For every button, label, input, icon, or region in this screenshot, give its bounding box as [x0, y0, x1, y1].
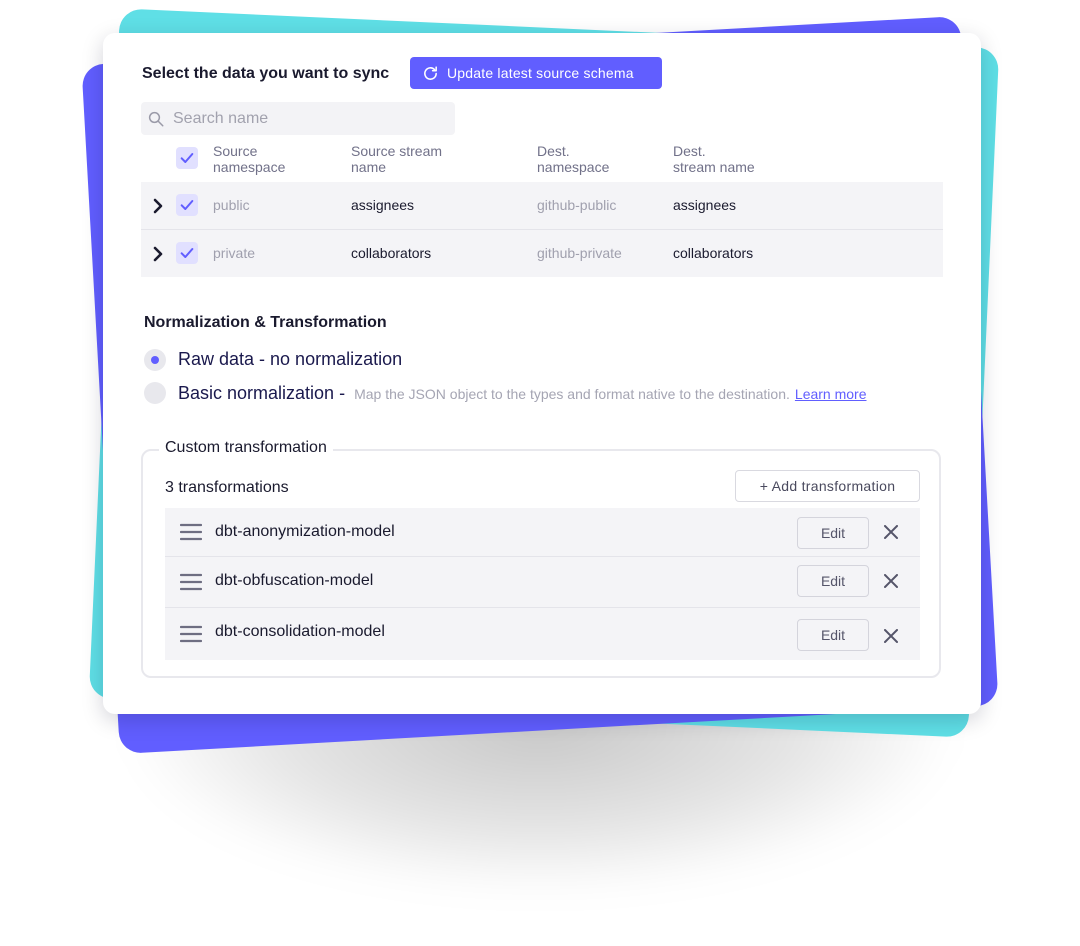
radio-selected-dot [151, 356, 159, 364]
source-namespace-cell: public [213, 197, 250, 213]
transformation-count: 3 transformations [165, 479, 289, 496]
dest-namespace-cell: github-public [537, 197, 617, 213]
transformation-name: dbt-obfuscation-model [215, 572, 374, 589]
transformation-name: dbt-consolidation-model [215, 623, 385, 640]
dest-stream-cell: assignees [673, 197, 737, 213]
header-source-stream-name[interactable]: Source stream name [351, 143, 481, 175]
custom-transformation-legend: Custom transformation [159, 439, 333, 457]
source-stream-cell: collaborators [351, 245, 432, 261]
transformation-row: dbt-obfuscation-model Edit [165, 557, 920, 607]
stage: Select the data you want to sync Update … [0, 0, 1080, 946]
check-icon [180, 200, 194, 210]
update-schema-label: Update latest source schema [447, 65, 634, 81]
close-icon[interactable] [884, 525, 898, 539]
table-row: public assignees github-public assignees [141, 182, 943, 229]
basic-normalization-description: Map the JSON object to the types and for… [354, 386, 790, 402]
close-icon[interactable] [884, 629, 898, 643]
header-source-namespace[interactable]: Source namespace [213, 143, 343, 175]
learn-more-link[interactable]: Learn more [795, 386, 867, 402]
row-checkbox[interactable] [176, 194, 198, 216]
search-field[interactable] [141, 102, 455, 135]
normalization-title: Normalization & Transformation [144, 314, 387, 331]
header-dest-namespace[interactable]: Dest. namespace [537, 143, 667, 175]
drag-handle-icon[interactable] [180, 625, 202, 643]
check-icon [180, 248, 194, 258]
header-dest-stream-name[interactable]: Dest. stream name [673, 143, 803, 175]
edit-button[interactable]: Edit [797, 619, 869, 651]
dest-stream-cell: collaborators [673, 245, 754, 261]
source-namespace-cell: private [213, 245, 256, 261]
select-all-checkbox[interactable] [176, 147, 198, 169]
check-icon [180, 153, 194, 163]
dest-namespace-cell: github-private [537, 245, 622, 261]
basic-normalization-label[interactable]: Basic normalization - [178, 383, 350, 403]
edit-button[interactable]: Edit [797, 517, 869, 549]
edit-button[interactable]: Edit [797, 565, 869, 597]
sync-settings-panel: Select the data you want to sync Update … [103, 33, 981, 714]
transformation-row: dbt-anonymization-model Edit [165, 508, 920, 556]
raw-data-label[interactable]: Raw data - no normalization [178, 349, 402, 370]
sync-title: Select the data you want to sync [142, 65, 390, 82]
radio-basic-normalization[interactable] [144, 382, 166, 404]
basic-normalization-option: Basic normalization - Map the JSON objec… [178, 383, 867, 404]
search-input[interactable] [171, 108, 455, 129]
search-icon [148, 111, 164, 126]
transformation-row: dbt-consolidation-model Edit [165, 608, 920, 660]
radio-raw-data[interactable] [144, 349, 166, 371]
add-transformation-button[interactable]: + Add transformation [735, 470, 920, 502]
transformation-name: dbt-anonymization-model [215, 523, 395, 540]
row-checkbox[interactable] [176, 242, 198, 264]
table-row: private collaborators github-private col… [141, 230, 943, 277]
source-stream-cell: assignees [351, 197, 415, 213]
update-schema-button[interactable]: Update latest source schema [410, 57, 662, 89]
close-icon[interactable] [884, 574, 898, 588]
chevron-right-icon[interactable] [151, 245, 165, 263]
drag-handle-icon[interactable] [180, 573, 202, 591]
chevron-right-icon[interactable] [151, 197, 165, 215]
drag-handle-icon[interactable] [180, 523, 202, 541]
refresh-icon [424, 65, 437, 80]
